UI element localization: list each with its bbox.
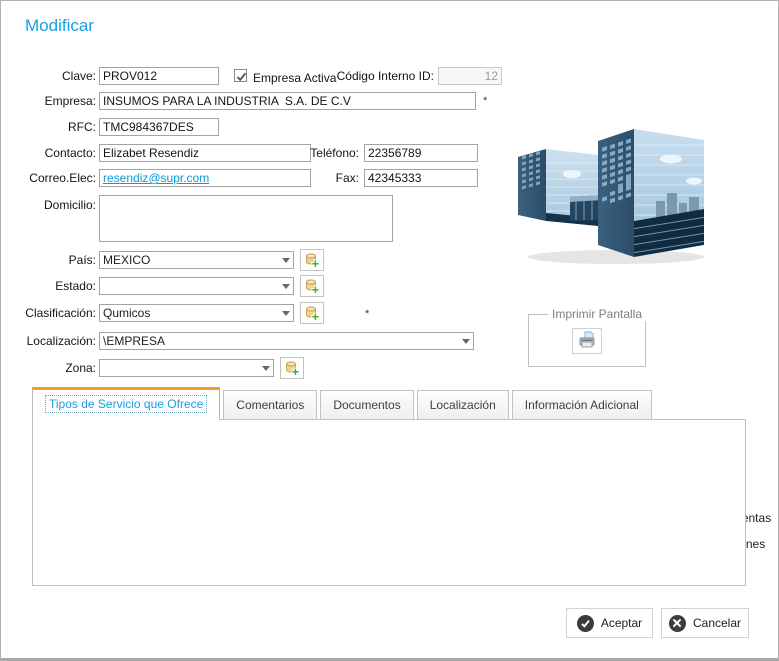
tab-label: Tipos de Servicio que Ofrece [45,395,207,413]
zona-combo[interactable] [99,359,274,377]
contacto-input[interactable] [99,144,311,162]
modificar-dialog: Modificar Clave: Empresa Activa Código I… [0,0,779,661]
tab-label: Localización [430,398,496,412]
tab-informacion-adicional[interactable]: Información Adicional [512,390,652,420]
clasificacion-required-mark: * [365,309,369,319]
clave-label: Clave: [9,67,96,85]
check-icon [235,70,248,83]
codigo-interno-input [438,67,502,85]
printer-icon [577,331,597,349]
database-add-icon [284,360,301,377]
chevron-down-icon[interactable] [258,360,273,376]
telefono-label: Teléfono: [281,144,359,162]
tab-label: Comentarios [236,398,304,412]
chevron-down-icon[interactable] [458,333,473,349]
database-add-icon [304,305,321,322]
page-title: Modificar [25,16,94,36]
print-screen-button[interactable] [572,328,602,354]
localizacion-label: Localización: [9,332,96,350]
tab-strip: Tipos de Servicio que Ofrece Comentarios… [32,387,652,420]
check-circle-icon [577,615,594,632]
rfc-label: RFC: [9,118,96,136]
database-add-icon [304,278,321,295]
add-pais-button[interactable] [300,249,324,271]
codigo-interno-label: Código Interno ID: [331,67,434,85]
tab-tipos-de-servicio[interactable]: Tipos de Servicio que Ofrece [32,387,220,420]
email-link[interactable]: resendiz@supr.com [103,171,209,185]
pais-combo[interactable]: MEXICO [99,251,294,269]
pais-value: MEXICO [100,253,278,267]
add-estado-button[interactable] [300,275,324,297]
cancelar-button[interactable]: Cancelar [661,608,749,638]
company-buildings-illustration [506,101,718,269]
imprimir-pantalla-legend: Imprimir Pantalla [548,307,646,321]
imprimir-pantalla-group: Imprimir Pantalla [528,307,646,367]
domicilio-label: Domicilio: [9,196,96,214]
cross-circle-icon [669,615,686,632]
clasificacion-label: Clasificación: [9,304,96,322]
empresa-activa-label: Empresa Activa [253,69,343,87]
telefono-input[interactable] [364,144,478,162]
zona-label: Zona: [9,359,96,377]
aceptar-label: Aceptar [601,616,642,630]
domicilio-textarea[interactable] [99,195,393,242]
fax-label: Fax: [281,169,359,187]
estado-combo[interactable] [99,277,294,295]
empresa-activa-checkbox[interactable] [234,69,247,82]
add-zona-button[interactable] [280,357,304,379]
tab-localizacion[interactable]: Localización [417,390,509,420]
servicios-tab-panel [32,419,746,586]
chevron-down-icon[interactable] [278,252,293,268]
clasificacion-value: Qumicos [100,306,278,320]
aceptar-button[interactable]: Aceptar [566,608,653,638]
empresa-input[interactable] [99,92,476,110]
rfc-input[interactable] [99,118,219,136]
localizacion-value: \EMPRESA [100,334,458,348]
fax-input[interactable] [364,169,478,187]
clasificacion-combo[interactable]: Qumicos [99,304,294,322]
cancelar-label: Cancelar [693,616,741,630]
tab-label: Información Adicional [525,398,639,412]
add-clasificacion-button[interactable] [300,302,324,324]
clave-input[interactable] [99,67,219,85]
correo-label: Correo.Elec: [9,169,96,187]
pais-label: País: [9,251,96,269]
database-add-icon [304,252,321,269]
tab-comentarios[interactable]: Comentarios [223,390,317,420]
chevron-down-icon[interactable] [278,305,293,321]
localizacion-combo[interactable]: \EMPRESA [99,332,474,350]
empresa-required-mark: * [483,96,487,106]
contacto-label: Contacto: [9,144,96,162]
empresa-label: Empresa: [9,92,96,110]
tab-label: Documentos [333,398,400,412]
correo-field[interactable]: resendiz@supr.com [99,169,311,187]
estado-label: Estado: [9,277,96,295]
chevron-down-icon[interactable] [278,278,293,294]
tab-documentos[interactable]: Documentos [320,390,413,420]
